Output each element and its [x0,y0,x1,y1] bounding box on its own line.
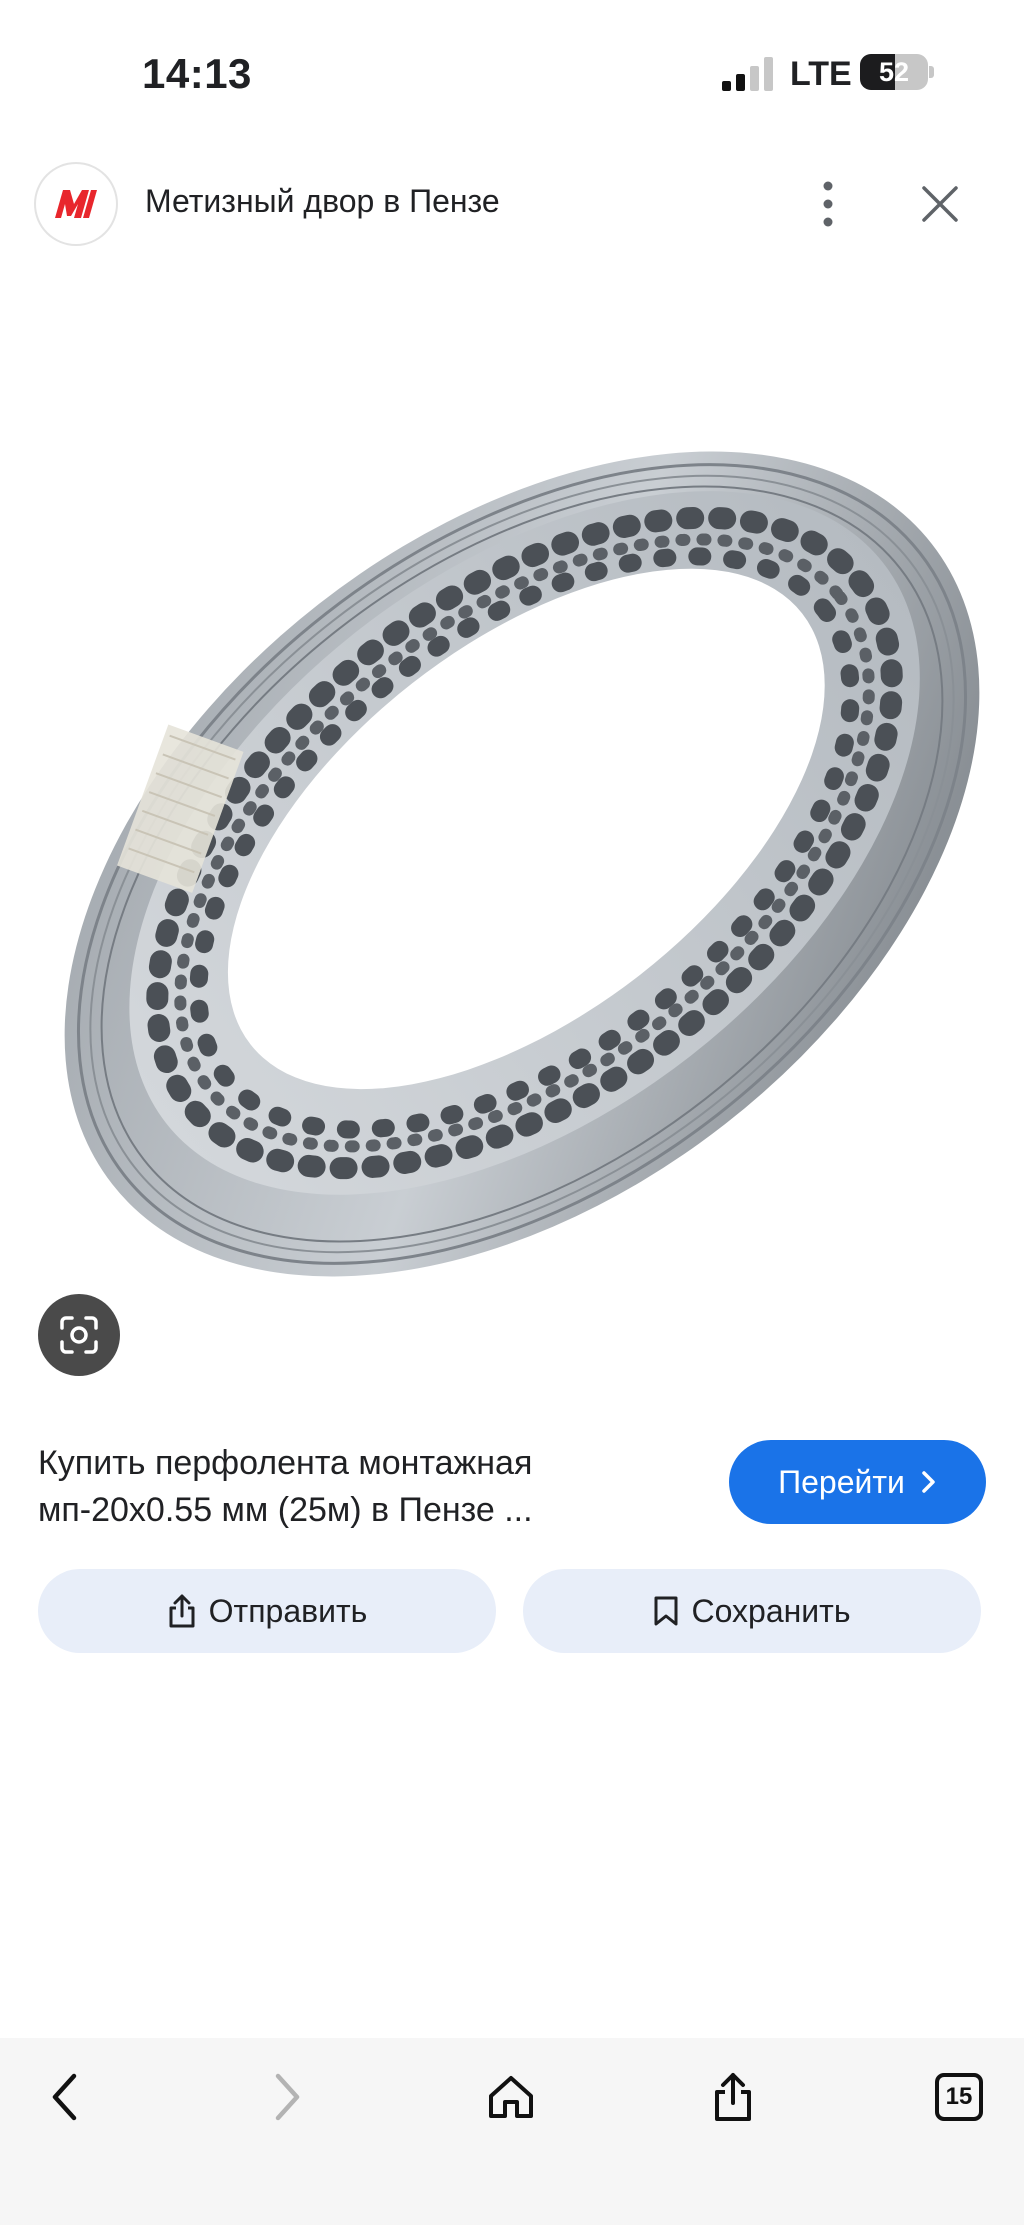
share-label: Отправить [208,1592,368,1629]
share-icon [169,1594,195,1628]
back-button[interactable] [30,2062,100,2132]
signal-bar [722,81,731,91]
status-time: 14:13 [142,50,252,97]
signal-icon [722,57,773,91]
share-page-button[interactable] [698,2062,768,2132]
back-arrow-icon [52,2073,77,2121]
share-button[interactable]: Отправить [38,1569,496,1653]
home-button[interactable] [476,2062,546,2132]
share-icon [715,2073,751,2121]
close-icon[interactable] [918,182,962,226]
save-button[interactable]: Сохранить [523,1569,981,1653]
goto-label: Перейти [778,1463,905,1500]
more-vertical-icon[interactable] [808,178,848,230]
signal-bar [750,66,759,91]
product-image[interactable] [22,264,1002,1410]
tabs-button[interactable]: 15 [924,2062,994,2132]
tabs-count: 15 [935,2073,983,2121]
result-title[interactable]: Купить перфолента монтажная мп-20х0.55 м… [38,1440,678,1534]
battery-percent: 52 [878,57,910,87]
goto-button[interactable]: Перейти [729,1440,986,1524]
forward-arrow-icon [275,2073,300,2121]
chevron-right-icon [922,1471,935,1493]
forward-button[interactable] [252,2062,322,2132]
home-icon [489,2076,533,2118]
signal-bar [736,74,745,91]
bookmark-icon [654,1596,678,1626]
network-type: LTE [790,55,852,93]
site-name[interactable]: Метизный двор в Пензе [145,183,500,220]
google-lens-button[interactable] [38,1294,120,1376]
google-lens-icon [60,1316,98,1354]
battery-icon: 52 [860,54,928,90]
site-favicon[interactable] [36,164,116,244]
metiz-logo-icon [55,190,97,218]
signal-bar [764,57,773,91]
save-label: Сохранить [691,1592,851,1629]
battery-cap [929,66,934,78]
perforated-tape-coil-image [64,451,980,1277]
